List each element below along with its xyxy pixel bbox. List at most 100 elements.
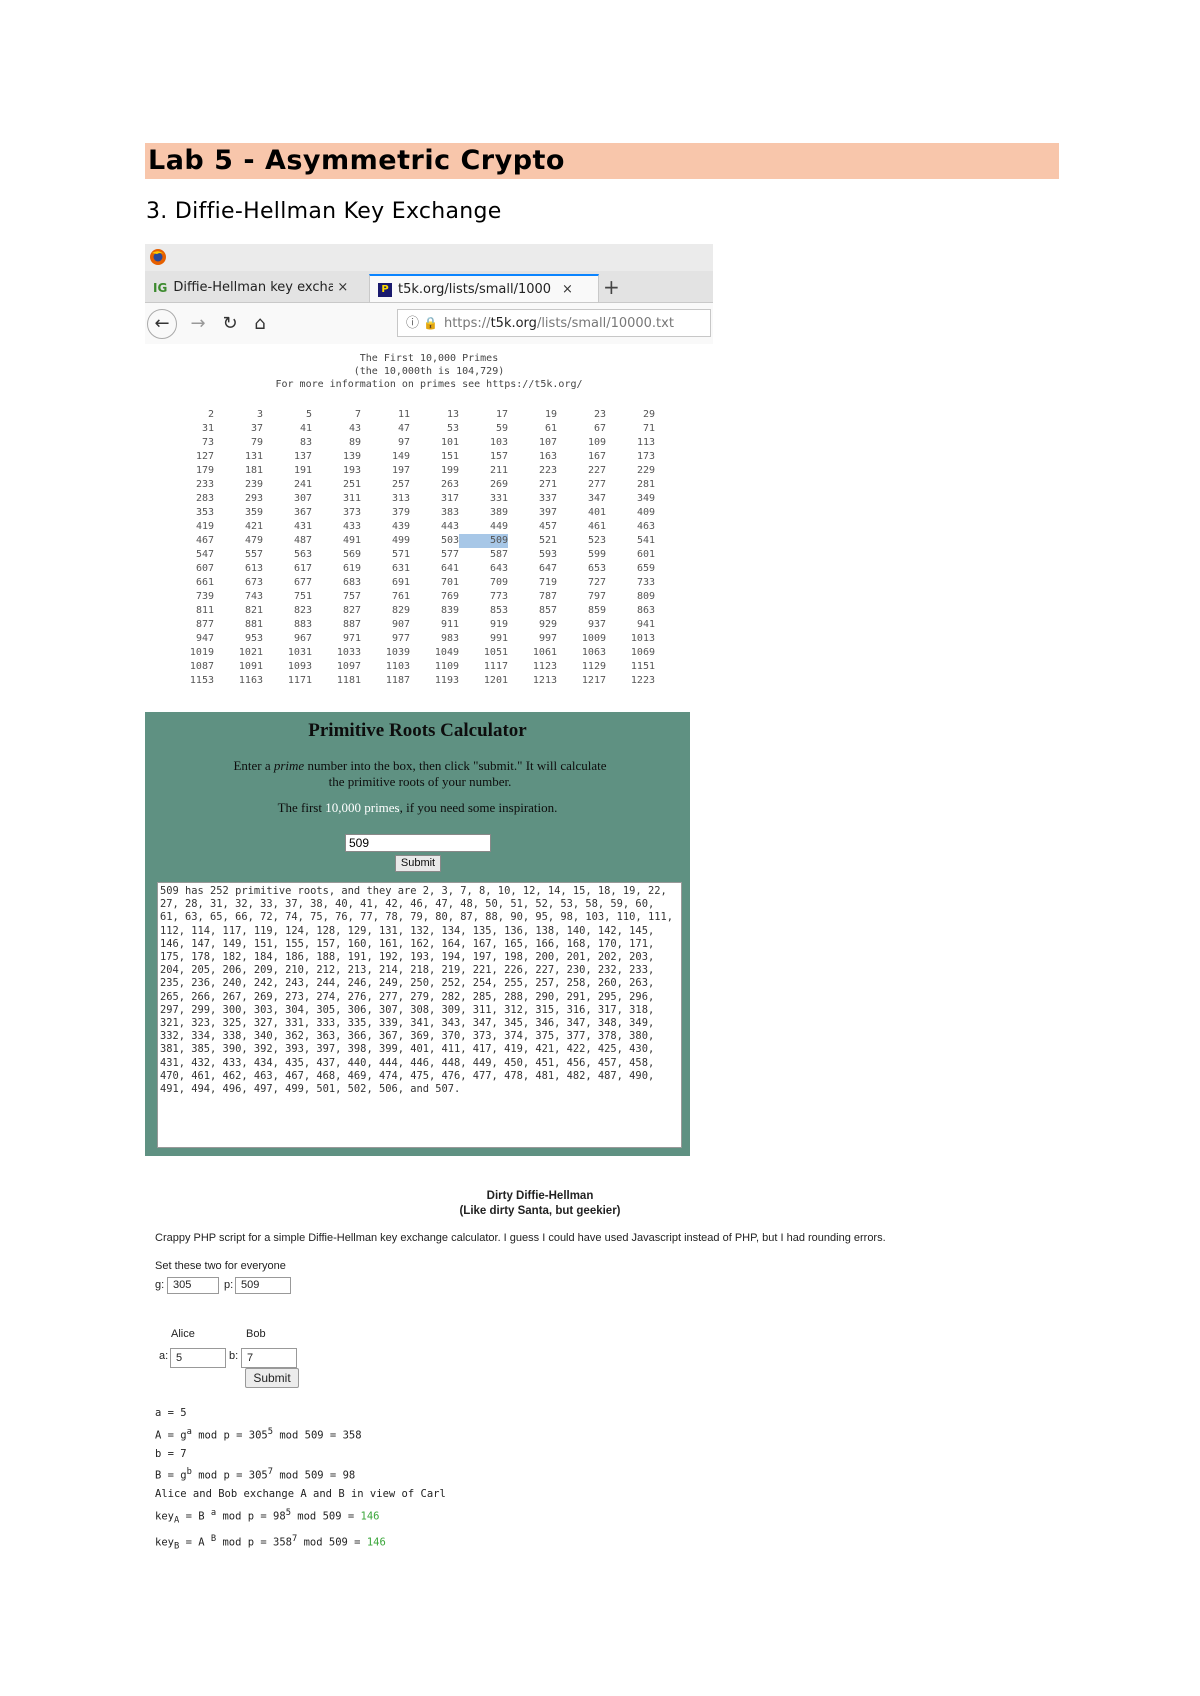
- prime-cell: 149: [391, 451, 410, 462]
- prime-cell: 503: [440, 535, 459, 546]
- line-text: mod 509 =: [290, 1510, 361, 1522]
- primes-list-page: The First 10,000 Primes (the 10,000th is…: [145, 344, 713, 694]
- prime-cell: 151: [440, 451, 459, 462]
- prime-cell: 17: [495, 409, 508, 420]
- tab-strip: IG Diffie-Hellman key excha × Pt5k.org/lis…: [145, 271, 713, 303]
- primes-row: 419 421 431 433 439 443 449 457 461 463: [165, 520, 655, 534]
- prime-cell: 191: [293, 465, 312, 476]
- home-icon[interactable]: ⌂: [247, 311, 273, 337]
- prime-cell: 23: [593, 409, 606, 420]
- prime-cell: 631: [391, 563, 410, 574]
- prime-cell: 1021: [238, 647, 263, 658]
- prime-cell: 859: [587, 605, 606, 616]
- prime-cell: 829: [391, 605, 410, 616]
- prime-cell: 73: [201, 437, 214, 448]
- primes-link[interactable]: 10,000 primes: [325, 800, 399, 815]
- ddh-submit-button[interactable]: Submit: [245, 1368, 299, 1388]
- primes-row: 31 37 41 43 47 53 59 61 67 71: [165, 422, 655, 436]
- prime-input[interactable]: [345, 834, 491, 852]
- prime-cell: 449: [489, 521, 508, 532]
- prime-cell: 1171: [287, 675, 312, 686]
- prime-cell: 53: [446, 423, 459, 434]
- desc-text: number into the box, then click "submit.…: [304, 758, 607, 789]
- prime-cell: 673: [244, 577, 263, 588]
- b-field[interactable]: 7: [241, 1348, 297, 1368]
- primes-row: 607 613 617 619 631 641 643 647 653 659: [165, 562, 655, 576]
- prime-cell: 953: [244, 633, 263, 644]
- prime-cell: 307: [293, 493, 312, 504]
- tab-diffie-hellman[interactable]: IG Diffie-Hellman key excha ×: [145, 274, 365, 302]
- prime-cell: 173: [636, 451, 655, 462]
- prime-cell: 463: [636, 521, 655, 532]
- alice-label: Alice: [171, 1328, 195, 1340]
- prime-cell: 317: [440, 493, 459, 504]
- forward-arrow-icon[interactable]: →: [185, 311, 211, 337]
- url-bar[interactable]: ⓘ 🔒 https://t5k.org/lists/small/10000.txt: [397, 309, 711, 337]
- prime-cell: 439: [391, 521, 410, 532]
- result-line: b = 7: [155, 1447, 187, 1460]
- tab-t5k-primes[interactable]: Pt5k.org/lists/small/1000 ×: [369, 274, 599, 302]
- prime-cell: 563: [293, 549, 312, 560]
- prime-cell: 1193: [434, 675, 459, 686]
- prime-cell: 137: [293, 451, 312, 462]
- close-icon[interactable]: ×: [337, 274, 348, 302]
- prime-cell: 947: [195, 633, 214, 644]
- prime-cell: 617: [293, 563, 312, 574]
- prime-cell: 229: [636, 465, 655, 476]
- primitive-roots-calculator: Primitive Roots Calculator Enter a prime…: [145, 712, 690, 1156]
- p-field[interactable]: 509: [235, 1277, 291, 1294]
- prime-cell: 1051: [483, 647, 508, 658]
- prime-cell: 31: [201, 423, 214, 434]
- prime-cell: 1033: [336, 647, 361, 658]
- prime-cell: 277: [587, 479, 606, 490]
- prime-cell: 653: [587, 563, 606, 574]
- prime-cell: 547: [195, 549, 214, 560]
- prime-cell: 977: [391, 633, 410, 644]
- prime-cell: 389: [489, 507, 508, 518]
- prime-cell: 883: [293, 619, 312, 630]
- prime-cell: 1093: [287, 661, 312, 672]
- prime-cell: 197: [391, 465, 410, 476]
- prime-cell: 157: [489, 451, 508, 462]
- info-icon[interactable]: ⓘ: [406, 311, 419, 336]
- prime-cell: 911: [440, 619, 459, 630]
- primes-row: 739 743 751 757 761 769 773 787 797 809: [165, 590, 655, 604]
- g-field[interactable]: 305: [167, 1277, 219, 1294]
- prime-cell: 167: [587, 451, 606, 462]
- prime-cell: 239: [244, 479, 263, 490]
- prime-cell: 587: [489, 549, 508, 560]
- line-text: = B: [179, 1510, 211, 1522]
- calculator-submit-button[interactable]: Submit: [395, 855, 441, 872]
- prime-cell: 887: [342, 619, 361, 630]
- prime-cell: 1087: [189, 661, 214, 672]
- prime-cell: 467: [195, 535, 214, 546]
- prime-cell: 367: [293, 507, 312, 518]
- prime-cell: 7: [354, 409, 361, 420]
- prime-cell: 379: [391, 507, 410, 518]
- primitive-roots-output[interactable]: 509 has 252 primitive roots, and they ar…: [157, 882, 682, 1148]
- prime-cell: 863: [636, 605, 655, 616]
- primes-row: 877 881 883 887 907 911 919 929 937 941: [165, 618, 655, 632]
- prime-cell: 919: [489, 619, 508, 630]
- prime-cell: 557: [244, 549, 263, 560]
- prime-cell: 433: [342, 521, 361, 532]
- desc-text: Enter a: [233, 758, 274, 773]
- prime-cell: 431: [293, 521, 312, 532]
- prime-cell: 967: [293, 633, 312, 644]
- ddh-intro: Crappy PHP script for a simple Diffie-He…: [155, 1232, 886, 1244]
- prime-cell: 659: [636, 563, 655, 574]
- url-prefix: https://: [443, 316, 491, 331]
- prime-cell: 827: [342, 605, 361, 616]
- reload-icon[interactable]: ↻: [217, 311, 243, 337]
- back-arrow-icon[interactable]: ←: [147, 309, 177, 339]
- primes-row: 811 821 823 827 829 839 853 857 859 863: [165, 604, 655, 618]
- prime-cell: 199: [440, 465, 459, 476]
- prime-cell: 233: [195, 479, 214, 490]
- prime-cell: 619: [342, 563, 361, 574]
- prime-cell: 59: [495, 423, 508, 434]
- new-tab-icon[interactable]: +: [603, 273, 620, 301]
- prime-cell: 937: [587, 619, 606, 630]
- close-icon[interactable]: ×: [562, 276, 573, 302]
- a-field[interactable]: 5: [170, 1348, 226, 1368]
- ddh-heading: Dirty Diffie-Hellman: [486, 1190, 594, 1202]
